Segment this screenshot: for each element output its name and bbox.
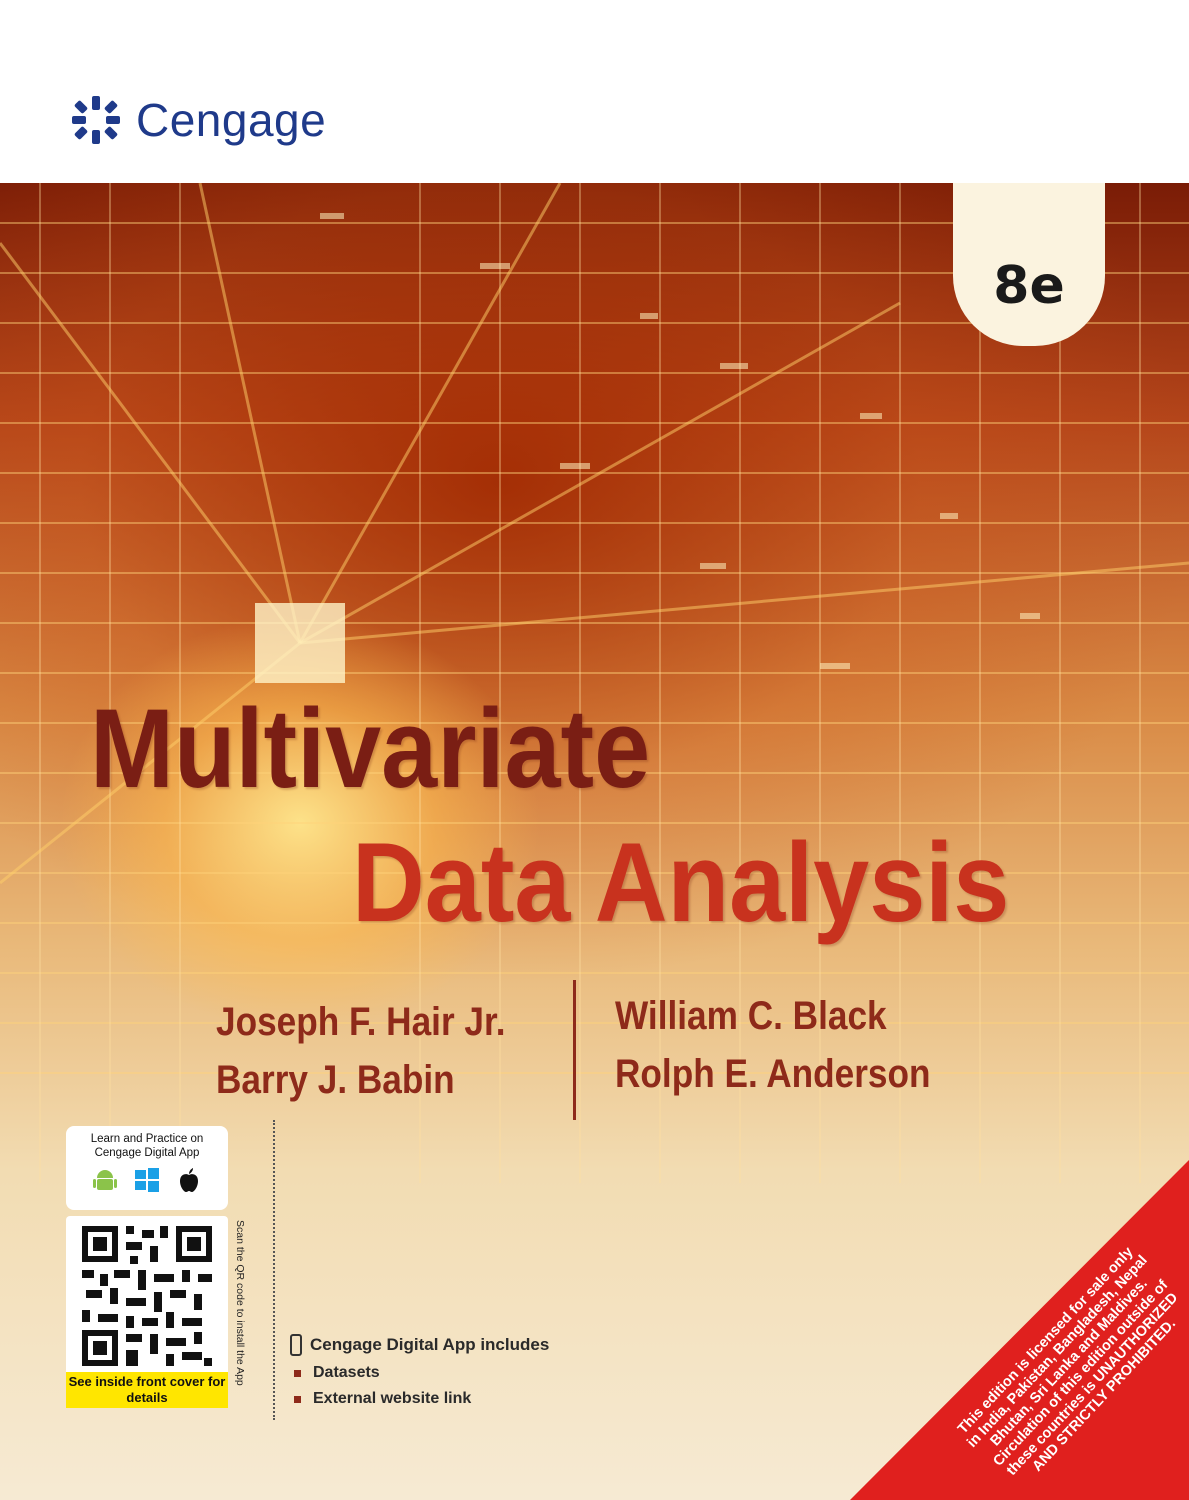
author-name: Barry J. Babin (216, 1058, 455, 1102)
book-title-line2: Data Analysis (352, 820, 1010, 945)
publisher-logo: Cengage (68, 92, 326, 148)
phone-icon (290, 1334, 302, 1356)
bullet-icon (294, 1369, 301, 1377)
author-divider (573, 980, 576, 1120)
cover-header: Cengage (0, 0, 1189, 183)
list-item-label: External website link (313, 1390, 472, 1407)
author-name: William C. Black (615, 994, 887, 1038)
dotted-separator (273, 1120, 275, 1420)
publisher-name: Cengage (136, 94, 327, 146)
qr-note: See inside front cover for details (66, 1372, 228, 1408)
qr-code-box: See inside front cover for details (66, 1216, 228, 1408)
list-item: External website link (294, 1390, 549, 1408)
book-title-line1: Multivariate (90, 686, 651, 811)
bullet-icon (294, 1395, 301, 1403)
list-item-label: Datasets (313, 1364, 380, 1381)
app-includes-list: Cengage Digital App includes Datasets Ex… (290, 1334, 549, 1408)
includes-heading: Cengage Digital App includes (310, 1335, 550, 1354)
list-item: Datasets (294, 1364, 549, 1382)
apple-icon (180, 1168, 198, 1192)
edition-badge: 8e (953, 183, 1105, 346)
digital-app-text: Learn and Practice on Cengage Digital Ap… (90, 1133, 204, 1159)
windows-icon (135, 1168, 159, 1192)
author-name: Joseph F. Hair Jr. (216, 1000, 506, 1044)
qr-side-text: Scan the QR code to install the App (234, 1220, 246, 1386)
qr-code-icon (82, 1226, 212, 1366)
android-icon (93, 1170, 117, 1190)
edition-label: 8e (993, 256, 1065, 316)
author-name: Rolph E. Anderson (615, 1052, 931, 1096)
digital-app-box: Learn and Practice on Cengage Digital Ap… (66, 1126, 228, 1210)
cengage-logo-icon (72, 96, 120, 144)
